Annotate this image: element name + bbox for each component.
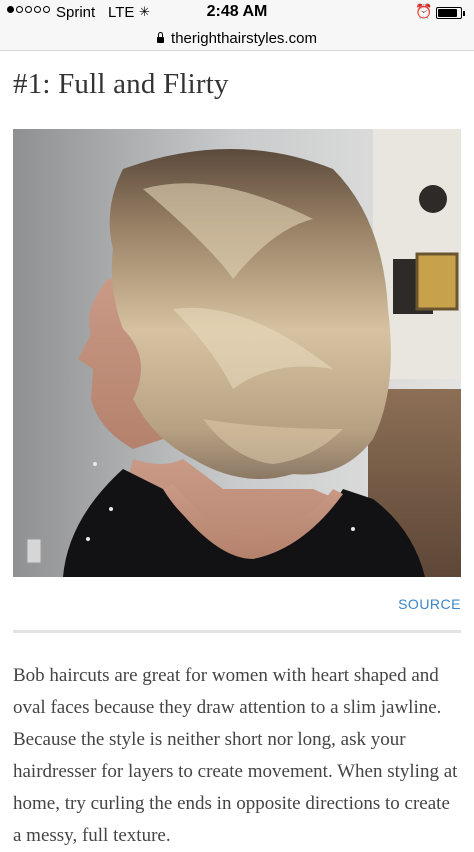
- article-body: Bob haircuts are great for women with he…: [13, 665, 458, 846]
- lock-icon: [157, 32, 165, 43]
- section-divider: [13, 630, 461, 633]
- battery-icon: [436, 7, 465, 19]
- status-bar: Sprint LTE ✳ 2:48 AM ⏰: [0, 0, 474, 26]
- clock: 2:48 AM: [206, 3, 268, 20]
- article-title: #1: Full and Flirty: [13, 68, 229, 100]
- source-link[interactable]: SOURCE: [398, 596, 461, 612]
- address-bar[interactable]: therighthairstyles.com: [0, 26, 474, 51]
- url-text[interactable]: therighthairstyles.com: [171, 30, 317, 47]
- alarm-clock-icon: ⏰: [415, 3, 433, 19]
- battery-fill: [438, 9, 457, 17]
- hairstyle-photo: [13, 129, 461, 577]
